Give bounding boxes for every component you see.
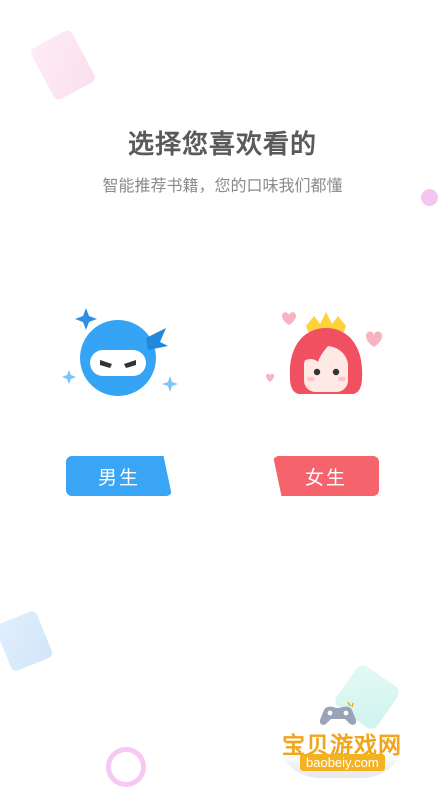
female-button[interactable]: 女生 xyxy=(273,456,379,496)
watermark-domain: baobeiy.com xyxy=(300,754,385,771)
decor-pink-ring xyxy=(106,747,146,787)
page-title: 选择您喜欢看的 xyxy=(127,129,317,159)
decor-blue-book xyxy=(0,609,54,673)
page-subtitle: 智能推荐书籍，您的口味我们都懂 xyxy=(102,178,343,195)
watermark-logo: 宝贝游戏网 baobeiy.com xyxy=(272,700,412,780)
gamepad-icon xyxy=(319,702,357,725)
princess-girl-icon[interactable] xyxy=(266,306,386,416)
decor-pink-ticket xyxy=(29,28,97,102)
ninja-boy-icon[interactable] xyxy=(60,302,180,412)
male-button[interactable]: 男生 xyxy=(66,456,172,496)
